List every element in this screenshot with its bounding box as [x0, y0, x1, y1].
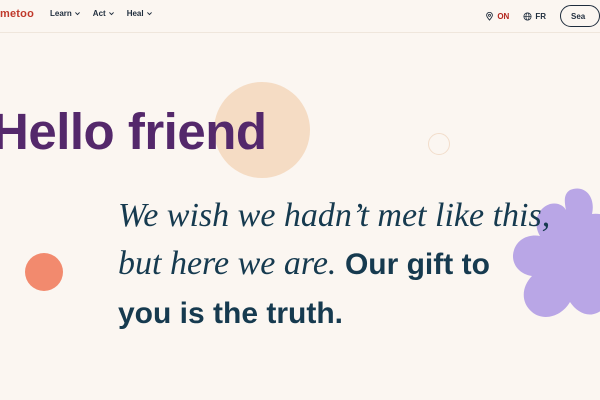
nav-item-learn[interactable]: Learn	[50, 9, 81, 18]
hero-title: Hello friend	[0, 103, 267, 160]
hero-quote: We wish we hadn’t met like this, but her…	[118, 192, 598, 338]
nav-item-label: Act	[92, 9, 106, 18]
globe-icon	[523, 11, 532, 21]
quote-bold-line-1: Our gift to	[344, 248, 490, 281]
location-pin-icon	[486, 11, 494, 21]
orange-circle-decoration	[25, 253, 63, 291]
header-tools: ON FR Sea	[485, 5, 600, 27]
quote-italic-line-2: but here we are.	[118, 245, 337, 282]
site-logo[interactable]: metoo	[0, 8, 34, 20]
quote-italic-line-1: We wish we hadn’t met like this,	[118, 197, 551, 234]
search-button[interactable]: Sea	[560, 5, 600, 27]
ring-decoration	[428, 133, 450, 155]
quote-bold-line-2: you is the truth.	[118, 297, 343, 330]
language-label: FR	[535, 11, 546, 21]
region-selector[interactable]: ON	[485, 11, 510, 21]
nav-item-label: Heal	[126, 9, 144, 18]
chevron-down-icon	[108, 12, 114, 16]
nav-item-act[interactable]: Act	[93, 9, 115, 18]
chevron-down-icon	[74, 12, 80, 16]
language-toggle[interactable]: FR	[523, 12, 546, 21]
nav-item-heal[interactable]: Heal	[127, 9, 153, 18]
main-nav: Learn Act Heal	[50, 9, 153, 18]
nav-item-label: Learn	[50, 9, 72, 18]
site-header: metoo Learn Act Heal ON FR Sea	[0, 0, 600, 33]
region-label: ON	[497, 11, 510, 21]
chevron-down-icon	[146, 12, 152, 16]
